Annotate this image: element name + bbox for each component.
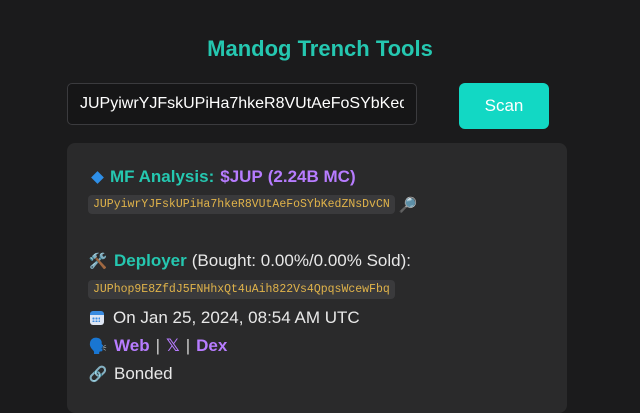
analysis-panel: MF Analysis: $JUP (2.24B MC) JUPyiwrYJFs…	[67, 143, 567, 413]
tools-icon: 🛠️	[88, 253, 108, 270]
links-row: 🗣️ Web | 𝕏 | Dex	[88, 336, 228, 356]
deployer-stats: (Bought: 0.00%/0.00% Sold):	[191, 251, 411, 270]
ticker: $JUP	[220, 167, 263, 186]
link-icon: 🔗	[88, 366, 108, 383]
created-row: On Jan 25, 2024, 08:54 AM UTC	[88, 308, 360, 328]
token-address-row: JUPyiwrYJFskUPiHa7hkeR8VUtAeFoSYbKedZNsD…	[88, 195, 417, 214]
dex-link[interactable]: Dex	[196, 336, 227, 356]
token-address[interactable]: JUPyiwrYJFskUPiHa7hkeR8VUtAeFoSYbKedZNsD…	[88, 195, 395, 214]
web-link[interactable]: Web	[114, 336, 150, 356]
deployer-address-row: JUPhop9E8ZfdJ5FNHhxQt4uAih822Vs4QpqsWcew…	[88, 280, 395, 299]
bonded-row: 🔗 Bonded	[88, 364, 173, 384]
scan-button[interactable]: Scan	[459, 83, 549, 129]
magnifier-icon[interactable]: 🔎	[399, 196, 418, 214]
speaking-head-icon: 🗣️	[88, 338, 108, 355]
deployer-link[interactable]: Deployer	[114, 251, 187, 271]
bonded-status: Bonded	[114, 364, 173, 383]
deployer-row: 🛠️ Deployer (Bought: 0.00%/0.00% Sold):	[88, 251, 411, 271]
calendar-icon	[90, 311, 104, 325]
blue-diamond-icon	[91, 170, 104, 184]
analysis-label: MF Analysis:	[110, 167, 215, 186]
token-address-input[interactable]	[67, 83, 417, 125]
market-cap: (2.24B MC)	[267, 167, 356, 186]
separator: |	[185, 336, 191, 355]
deployer-address[interactable]: JUPhop9E8ZfdJ5FNHhxQt4uAih822Vs4QpqsWcew…	[88, 280, 395, 299]
x-link[interactable]: 𝕏	[166, 336, 180, 356]
analysis-heading: MF Analysis: $JUP (2.24B MC)	[88, 167, 356, 187]
separator: |	[155, 336, 160, 355]
page-title: Mandog Trench Tools	[207, 36, 433, 61]
created-date: On Jan 25, 2024, 08:54 AM UTC	[113, 308, 360, 327]
